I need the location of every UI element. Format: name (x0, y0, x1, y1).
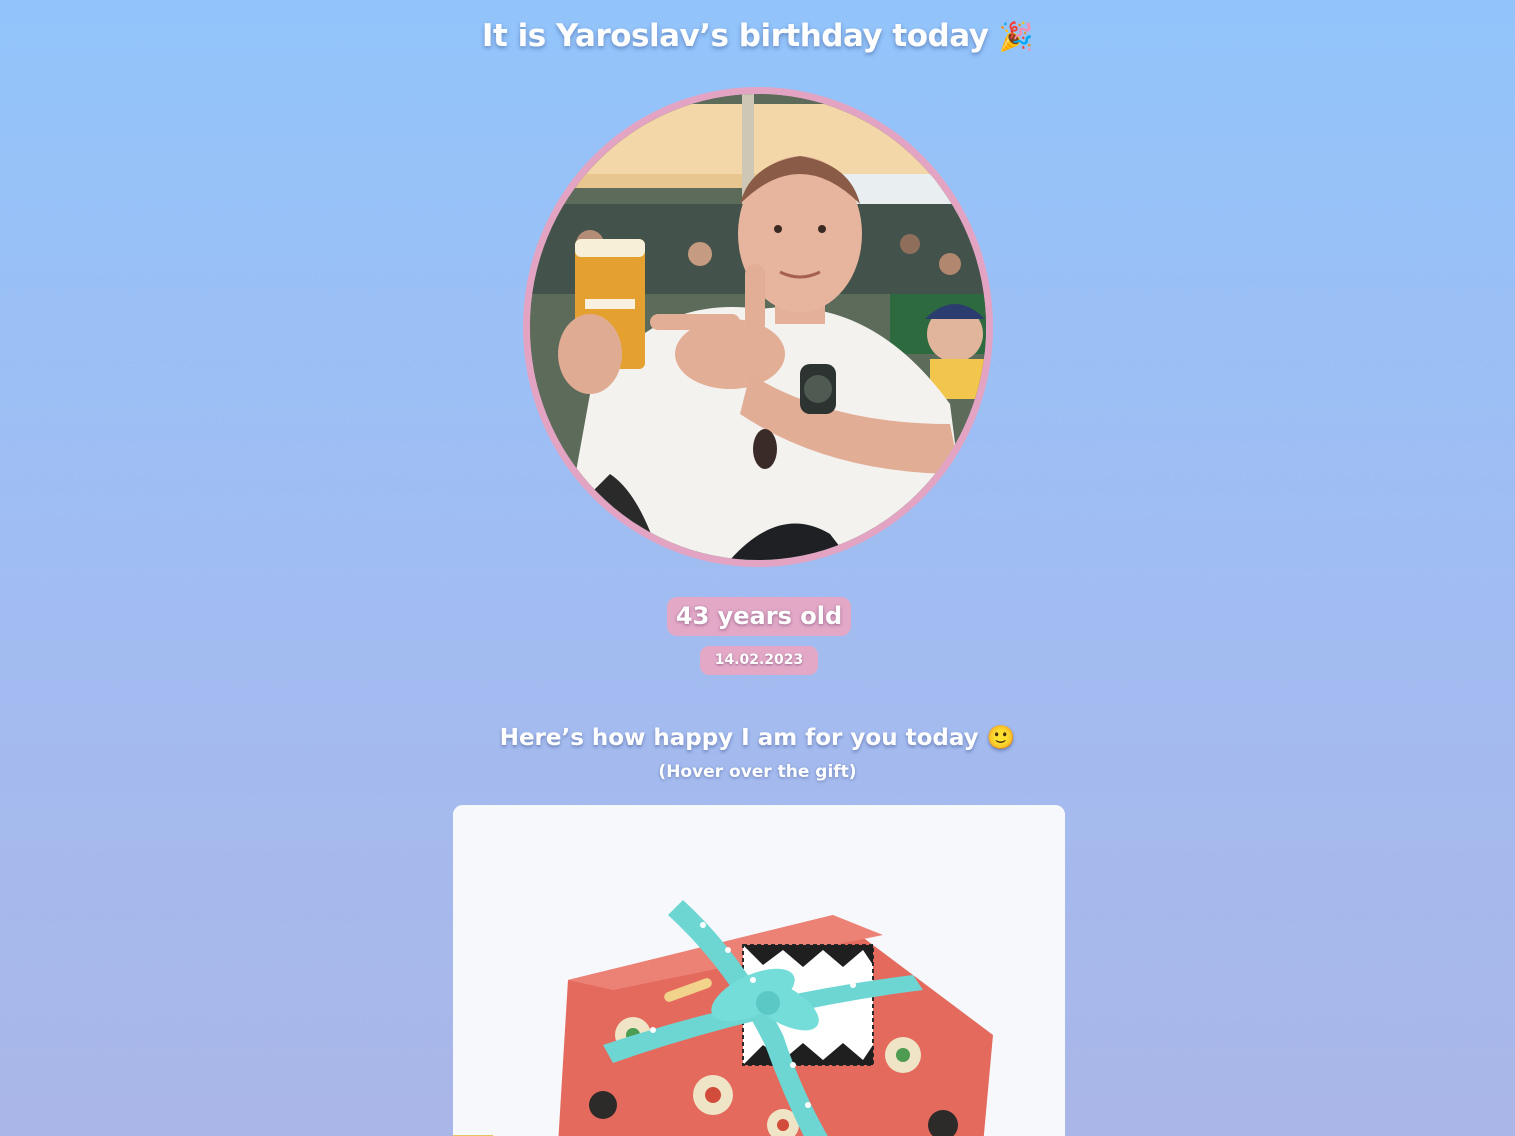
party-popper-icon: 🎉 (998, 20, 1034, 53)
gift-box-illustration (453, 805, 1065, 1136)
birthday-page: It is Yaroslav’s birthday today 🎉 43 yea… (0, 0, 1515, 1136)
profile-photo-illustration (530, 94, 986, 560)
birth-date-badge: 14.02.2023 (700, 646, 818, 675)
smiling-face-icon: 🙂 (986, 725, 1016, 751)
profile-photo-frame (523, 87, 993, 567)
gift-box-image[interactable] (453, 805, 1065, 1136)
page-title: It is Yaroslav’s birthday today 🎉 (0, 18, 1515, 54)
gift-section-heading: Here’s how happy I am for you today 🙂 (0, 724, 1515, 751)
profile-photo (530, 94, 986, 560)
hover-hint: (Hover over the gift) (658, 762, 857, 782)
age-badge: 43 years old (667, 597, 851, 636)
gift-section-heading-text: Here’s how happy I am for you today (499, 725, 979, 751)
page-title-text: It is Yaroslav’s birthday today (481, 18, 989, 54)
